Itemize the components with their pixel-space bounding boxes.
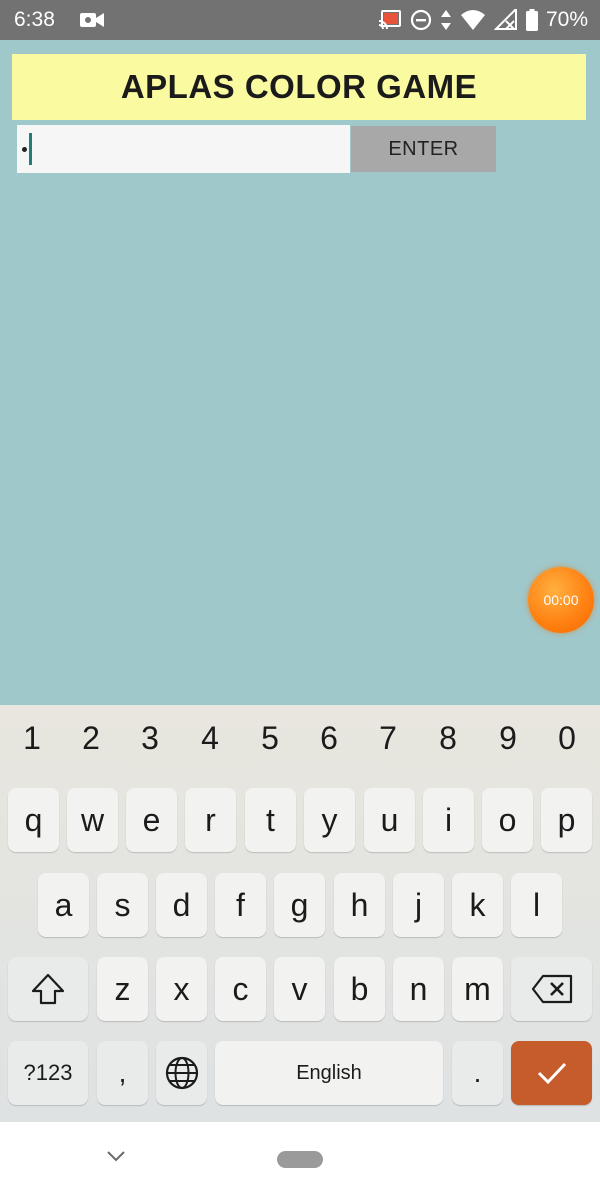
key-8[interactable]: 8 [418,720,478,757]
key-j[interactable]: j [393,873,444,937]
video-camera-icon [80,13,104,27]
key-k[interactable]: k [452,873,503,937]
status-bar: 6:38 70% [0,0,600,40]
key-s[interactable]: s [97,873,148,937]
key-o[interactable]: o [482,788,533,852]
key-t[interactable]: t [245,788,296,852]
key-d[interactable]: d [156,873,207,937]
backspace-icon [531,974,572,1004]
key-b[interactable]: b [334,957,385,1021]
key-l[interactable]: l [511,873,562,937]
number-row: 1 2 3 4 5 6 7 8 9 0 [0,720,600,770]
key-n[interactable]: n [393,957,444,1021]
key-a[interactable]: a [38,873,89,937]
key-u[interactable]: u [364,788,415,852]
enter-button[interactable]: ENTER [351,126,496,172]
key-2[interactable]: 2 [61,720,121,757]
key-e[interactable]: e [126,788,177,852]
key-7[interactable]: 7 [358,720,418,757]
text-cursor [29,133,32,165]
symbols-key[interactable]: ?123 [8,1041,88,1105]
key-r[interactable]: r [185,788,236,852]
key-v[interactable]: v [274,957,325,1021]
key-z[interactable]: z [97,957,148,1021]
key-q[interactable]: q [8,788,59,852]
chevron-down-icon[interactable] [105,1149,127,1163]
key-f[interactable]: f [215,873,266,937]
key-6[interactable]: 6 [299,720,359,757]
battery-icon [525,9,538,31]
space-bar[interactable]: English [215,1041,443,1105]
soft-keyboard: 1 2 3 4 5 6 7 8 9 0 q w e r t y u i o p … [0,705,600,1122]
wifi-icon [460,10,485,30]
key-x[interactable]: x [156,957,207,1021]
home-handle[interactable] [277,1151,323,1168]
status-icons: 70% [378,7,588,33]
checkmark-icon [537,1062,566,1085]
input-dot [22,147,27,152]
shift-icon [31,973,65,1005]
period-key[interactable]: . [452,1041,503,1105]
timer-text: 00:00 [543,592,579,608]
key-p[interactable]: p [541,788,592,852]
battery-percent: 70% [545,8,588,31]
key-0[interactable]: 0 [537,720,597,757]
globe-icon [165,1056,198,1090]
key-4[interactable]: 4 [180,720,240,757]
signal-no-data-icon [493,9,517,30]
backspace-key[interactable] [511,957,592,1021]
title-banner: APLAS COLOR GAME [12,54,586,120]
text-input[interactable] [17,125,350,173]
do-not-disturb-icon [410,9,432,31]
key-3[interactable]: 3 [120,720,180,757]
data-arrows-icon [440,10,451,30]
key-m[interactable]: m [452,957,503,1021]
page-title: APLAS COLOR GAME [120,68,478,105]
status-time: 6:38 [14,8,55,31]
key-g[interactable]: g [274,873,325,937]
key-h[interactable]: h [334,873,385,937]
key-i[interactable]: i [423,788,474,852]
key-c[interactable]: c [215,957,266,1021]
done-key[interactable] [511,1041,592,1105]
shift-key[interactable] [8,957,88,1021]
key-y[interactable]: y [304,788,355,852]
timer-bubble[interactable]: 00:00 [528,567,594,633]
key-5[interactable]: 5 [240,720,300,757]
key-9[interactable]: 9 [478,720,538,757]
cast-icon [378,10,401,30]
key-1[interactable]: 1 [2,720,62,757]
language-key[interactable] [156,1041,207,1105]
comma-key[interactable]: , [97,1041,148,1105]
key-w[interactable]: w [67,788,118,852]
